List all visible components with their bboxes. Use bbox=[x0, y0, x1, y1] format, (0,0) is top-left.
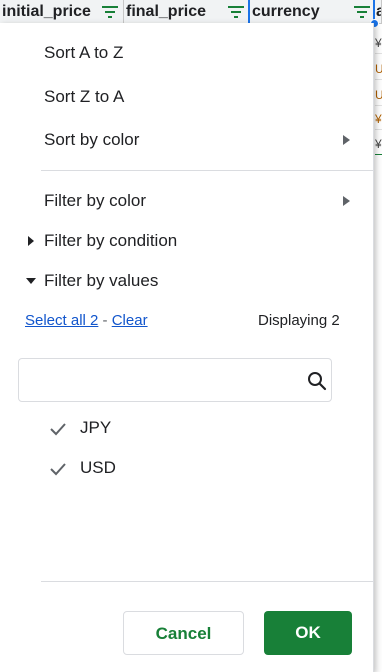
sheet-cell[interactable]: U bbox=[375, 59, 382, 80]
expand-triangle-icon[interactable] bbox=[28, 236, 34, 246]
value-option-label: USD bbox=[80, 458, 116, 477]
filter-icon[interactable] bbox=[228, 5, 244, 19]
select-clear-links: Select all 2 - Clear bbox=[25, 312, 148, 329]
search-icon[interactable] bbox=[307, 371, 327, 391]
sheet-cell[interactable]: ¥ bbox=[375, 33, 382, 54]
column-header-label: initial_price bbox=[2, 3, 91, 20]
collapse-triangle-icon[interactable] bbox=[26, 278, 36, 284]
column-header-label: currency bbox=[252, 3, 320, 20]
checkmark-icon[interactable] bbox=[48, 419, 68, 439]
checkmark-icon[interactable] bbox=[48, 459, 68, 479]
column-header-currency[interactable]: currency bbox=[248, 0, 375, 23]
filter-dropdown-panel: Sort A to Z Sort Z to A Sort by color Fi… bbox=[0, 23, 374, 672]
value-option-label: JPY bbox=[80, 418, 112, 437]
footer-divider bbox=[41, 581, 373, 582]
sheet-cell[interactable]: U bbox=[375, 85, 382, 106]
sort-z-to-a-item[interactable]: Sort Z to A bbox=[44, 86, 124, 108]
clear-link[interactable]: Clear bbox=[112, 312, 148, 329]
filter-icon[interactable] bbox=[102, 5, 118, 19]
column-header-final-price[interactable]: final_price bbox=[124, 0, 250, 23]
sort-by-color-item[interactable]: Sort by color bbox=[44, 129, 139, 151]
values-search-box[interactable] bbox=[18, 358, 332, 402]
displaying-count: Displaying 2 bbox=[258, 312, 340, 329]
submenu-arrow-icon bbox=[343, 196, 350, 206]
column-header-initial-price[interactable]: initial_price bbox=[0, 0, 124, 23]
sheet-cell[interactable]: ¥ bbox=[375, 109, 382, 130]
submenu-arrow-icon bbox=[343, 135, 350, 145]
cancel-button[interactable]: Cancel bbox=[123, 611, 244, 655]
column-header-row: initial_price final_price currency a bbox=[0, 0, 382, 24]
filter-by-values-item[interactable]: Filter by values bbox=[44, 270, 158, 292]
sheet-cell[interactable]: ¥ bbox=[375, 134, 382, 155]
ok-button[interactable]: OK bbox=[264, 611, 352, 655]
menu-divider bbox=[41, 170, 373, 171]
values-search-input[interactable] bbox=[27, 367, 301, 395]
select-all-link[interactable]: Select all 2 bbox=[25, 312, 98, 329]
filter-by-color-item[interactable]: Filter by color bbox=[44, 190, 146, 212]
column-header-label: final_price bbox=[126, 3, 207, 20]
filter-icon[interactable] bbox=[354, 5, 370, 19]
link-separator: - bbox=[102, 312, 108, 329]
sort-a-to-z-item[interactable]: Sort A to Z bbox=[44, 42, 123, 64]
filter-by-condition-item[interactable]: Filter by condition bbox=[44, 230, 177, 252]
